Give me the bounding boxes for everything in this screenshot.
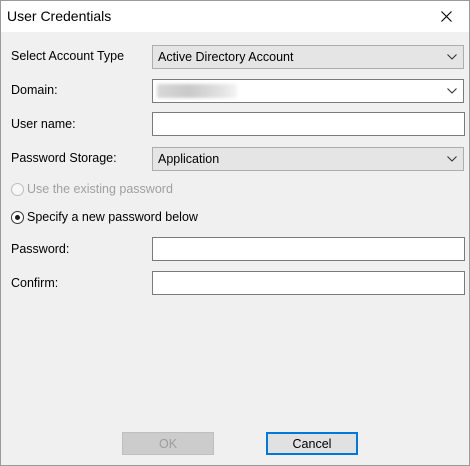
use-existing-password-radio[interactable]: Use the existing password (11, 182, 173, 196)
use-existing-password-label: Use the existing password (27, 182, 173, 196)
account-type-value: Active Directory Account (158, 50, 294, 64)
confirm-password-input[interactable] (152, 271, 465, 295)
specify-new-password-label: Specify a new password below (27, 210, 198, 224)
cancel-button[interactable]: Cancel (266, 432, 358, 455)
confirm-label: Confirm: (11, 276, 59, 290)
chevron-down-icon (447, 88, 457, 94)
chevron-down-icon (447, 54, 457, 60)
dialog-title: User Credentials (7, 8, 112, 24)
close-button[interactable] (423, 1, 469, 32)
title-bar: User Credentials (1, 1, 469, 32)
chevron-down-icon (447, 156, 457, 162)
close-icon (440, 11, 452, 22)
radio-checked-icon (11, 210, 24, 224)
user-credentials-dialog: User Credentials Select Account Type Act… (0, 0, 470, 466)
radio-unchecked-icon (11, 182, 24, 196)
password-input[interactable] (152, 237, 465, 261)
password-storage-select[interactable]: Application (152, 147, 464, 171)
account-type-label: Select Account Type (11, 49, 125, 63)
redacted-domain-value (157, 84, 237, 98)
account-type-select[interactable]: Active Directory Account (152, 45, 464, 69)
ok-button[interactable]: OK (122, 432, 214, 455)
domain-label: Domain: (11, 83, 58, 97)
domain-combobox[interactable] (152, 79, 464, 103)
username-label: User name: (11, 117, 76, 131)
specify-new-password-radio[interactable]: Specify a new password below (11, 210, 198, 224)
password-label: Password: (11, 242, 70, 256)
password-storage-label: Password Storage: (11, 151, 117, 165)
username-input[interactable] (152, 112, 465, 136)
password-storage-value: Application (158, 152, 220, 166)
